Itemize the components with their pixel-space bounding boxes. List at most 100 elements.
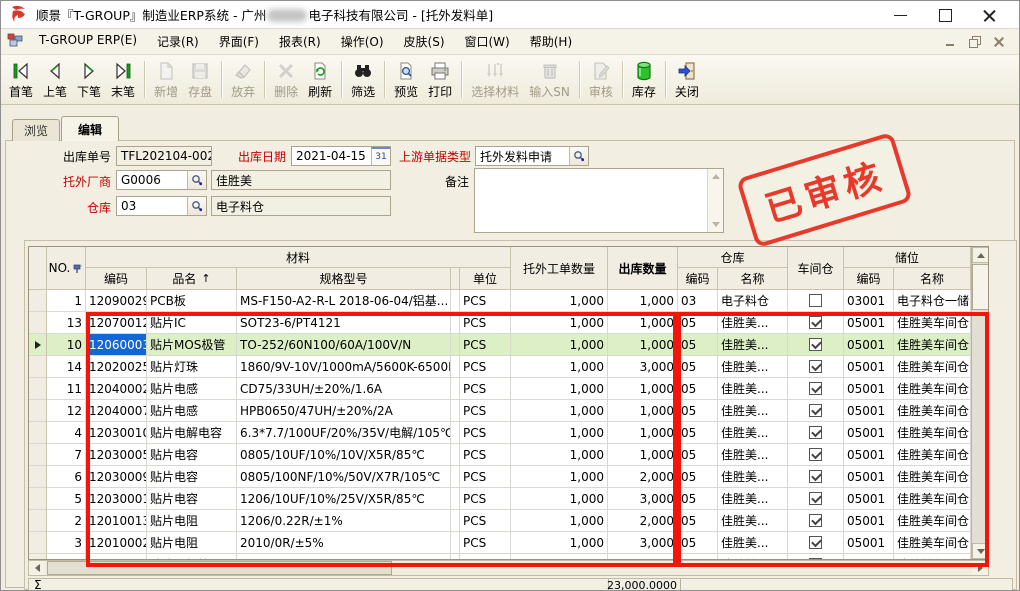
workshop-checkbox[interactable] <box>809 382 822 395</box>
tab-edit[interactable]: 编辑 <box>61 116 119 141</box>
minimize-button[interactable] <box>879 2 923 28</box>
cell-wh-name[interactable]: 佳胜美... <box>718 510 788 532</box>
cell-spec[interactable]: SMB/SS56/5A/60V <box>237 554 451 559</box>
cell-loc-name[interactable]: 佳胜美车间仓 <box>894 466 971 488</box>
cell-out-qty[interactable]: 1,000 <box>608 554 678 559</box>
cell-wh-code[interactable]: 05 <box>678 466 718 488</box>
cell-spec[interactable]: 1206/10UF/10%/25V/X5R/85℃ <box>237 488 451 510</box>
first-record-button[interactable]: 首笔 <box>4 57 38 102</box>
calendar-icon[interactable]: 31 <box>371 147 390 165</box>
cell-code[interactable]: 12030009 <box>86 466 147 488</box>
cell-loc-code[interactable]: 05001 <box>844 510 894 532</box>
workshop-checkbox[interactable] <box>809 558 822 559</box>
upstream-type-field[interactable]: 托外发料申请 <box>475 146 589 166</box>
cell-no[interactable]: 14 <box>47 356 86 378</box>
cell-unit[interactable]: PCS <box>460 312 511 334</box>
menu-records[interactable]: 记录(R) <box>147 29 209 54</box>
cell-wh-name[interactable]: 佳胜美... <box>718 532 788 554</box>
cell-wh-code[interactable]: 05 <box>678 444 718 466</box>
row-indicator[interactable] <box>29 510 47 532</box>
cell-clipped[interactable] <box>451 510 460 532</box>
cell-wh-name[interactable]: 佳胜美... <box>718 312 788 334</box>
cell-name[interactable]: PCB板 <box>147 290 237 312</box>
cell-loc-name[interactable]: 佳胜美车间仓 <box>894 554 971 559</box>
cell-workshop-checkbox[interactable] <box>788 356 844 378</box>
cell-code[interactable]: 12030005 <box>86 444 147 466</box>
cell-loc-code[interactable]: 05001 <box>844 554 894 559</box>
header-wh-name[interactable]: 名称 <box>718 268 788 290</box>
menu-help[interactable]: 帮助(H) <box>520 29 582 54</box>
cell-workshop-checkbox[interactable] <box>788 554 844 559</box>
cell-loc-code[interactable]: 05001 <box>844 488 894 510</box>
filter-button[interactable]: 筛选 <box>346 57 380 102</box>
cell-order-qty[interactable]: 1,000 <box>511 312 608 334</box>
header-unit[interactable]: 单位 <box>460 268 511 290</box>
cell-wh-name[interactable]: 佳胜美... <box>718 378 788 400</box>
cell-clipped[interactable] <box>451 466 460 488</box>
header-loc-code[interactable]: 编码 <box>844 268 894 290</box>
table-row[interactable]: 1012060003贴片MOS极管TO-252/60N100/60A/100V/… <box>29 334 971 356</box>
cell-unit[interactable]: PCS <box>460 400 511 422</box>
table-row[interactable]: 412030010贴片电解电容6.3*7.7/100UF/20%/35V/电解/… <box>29 422 971 444</box>
close-button[interactable] <box>967 2 1011 28</box>
refresh-button[interactable]: 刷新 <box>303 57 337 102</box>
cell-loc-code[interactable]: 05001 <box>844 400 894 422</box>
cell-code[interactable]: 12010002 <box>86 532 147 554</box>
cell-name[interactable]: 贴片电容 <box>147 444 237 466</box>
cell-spec[interactable]: 1206/0.22R/±1% <box>237 510 451 532</box>
menu-reports[interactable]: 报表(R) <box>269 29 331 54</box>
cell-wh-code[interactable]: 05 <box>678 422 718 444</box>
cell-clipped[interactable] <box>451 400 460 422</box>
header-no[interactable]: NO. <box>47 247 86 290</box>
row-indicator[interactable] <box>29 290 47 312</box>
cell-wh-name[interactable]: 佳胜美... <box>718 400 788 422</box>
preview-button[interactable]: 预览 <box>389 57 423 102</box>
cell-wh-code[interactable]: 05 <box>678 400 718 422</box>
workshop-checkbox[interactable] <box>809 404 822 417</box>
cell-code[interactable]: 12060003 <box>86 334 147 356</box>
cell-name[interactable]: 贴片电阻 <box>147 532 237 554</box>
cell-order-qty[interactable]: 1,000 <box>511 400 608 422</box>
row-indicator[interactable] <box>29 488 47 510</box>
horizontal-scroll-thumb[interactable] <box>47 561 392 575</box>
cell-no[interactable]: 9 <box>47 554 86 559</box>
table-row[interactable]: 1112040002贴片电感CD75/33UH/±20%/1.6APCS1,00… <box>29 378 971 400</box>
cell-order-qty[interactable]: 1,000 <box>511 532 608 554</box>
cell-no[interactable]: 6 <box>47 466 86 488</box>
workshop-checkbox[interactable] <box>809 294 822 307</box>
cell-order-qty[interactable]: 1,000 <box>511 510 608 532</box>
cell-order-qty[interactable]: 1,000 <box>511 334 608 356</box>
cell-wh-code[interactable]: 03 <box>678 290 718 312</box>
cell-loc-code[interactable]: 05001 <box>844 334 894 356</box>
last-record-button[interactable]: 末笔 <box>106 57 140 102</box>
cell-name[interactable]: 贴片电感 <box>147 378 237 400</box>
cell-spec[interactable]: 1860/9V-10V/1000mA/5600K-6500K... <box>237 356 451 378</box>
cell-out-qty[interactable]: 3,000 <box>608 532 678 554</box>
scroll-up-icon[interactable] <box>708 169 723 184</box>
cell-code[interactable]: 12030001 <box>86 488 147 510</box>
cell-clipped[interactable] <box>451 290 460 312</box>
cell-loc-code[interactable]: 05001 <box>844 356 894 378</box>
cell-workshop-checkbox[interactable] <box>788 422 844 444</box>
cell-unit[interactable]: PCS <box>460 334 511 356</box>
tab-browse[interactable]: 浏览 <box>12 119 60 141</box>
cell-order-qty[interactable]: 1,000 <box>511 554 608 559</box>
menu-tgroup-erp[interactable]: T-GROUP ERP(E) <box>29 29 147 54</box>
cell-loc-code[interactable]: 05001 <box>844 466 894 488</box>
cell-out-qty[interactable]: 1,000 <box>608 378 678 400</box>
cell-spec[interactable]: 0805/100NF/10%/50V/X7R/105℃ <box>237 466 451 488</box>
cell-wh-name[interactable]: 佳胜美... <box>718 356 788 378</box>
header-spec[interactable]: 规格型号 <box>237 268 451 290</box>
menu-skins[interactable]: 皮肤(S) <box>394 29 455 54</box>
cell-loc-code[interactable]: 05001 <box>844 444 894 466</box>
menu-operations[interactable]: 操作(O) <box>331 29 394 54</box>
cell-name[interactable]: 贴片MOS极管 <box>147 334 237 356</box>
row-indicator[interactable] <box>29 422 47 444</box>
cell-clipped[interactable] <box>451 378 460 400</box>
cell-order-qty[interactable]: 1,000 <box>511 422 608 444</box>
cell-wh-name[interactable]: 佳胜美... <box>718 466 788 488</box>
workshop-checkbox[interactable] <box>809 338 822 351</box>
cell-out-qty[interactable]: 1,000 <box>608 334 678 356</box>
scroll-right-icon[interactable] <box>972 561 988 575</box>
cell-out-qty[interactable]: 1,000 <box>608 400 678 422</box>
